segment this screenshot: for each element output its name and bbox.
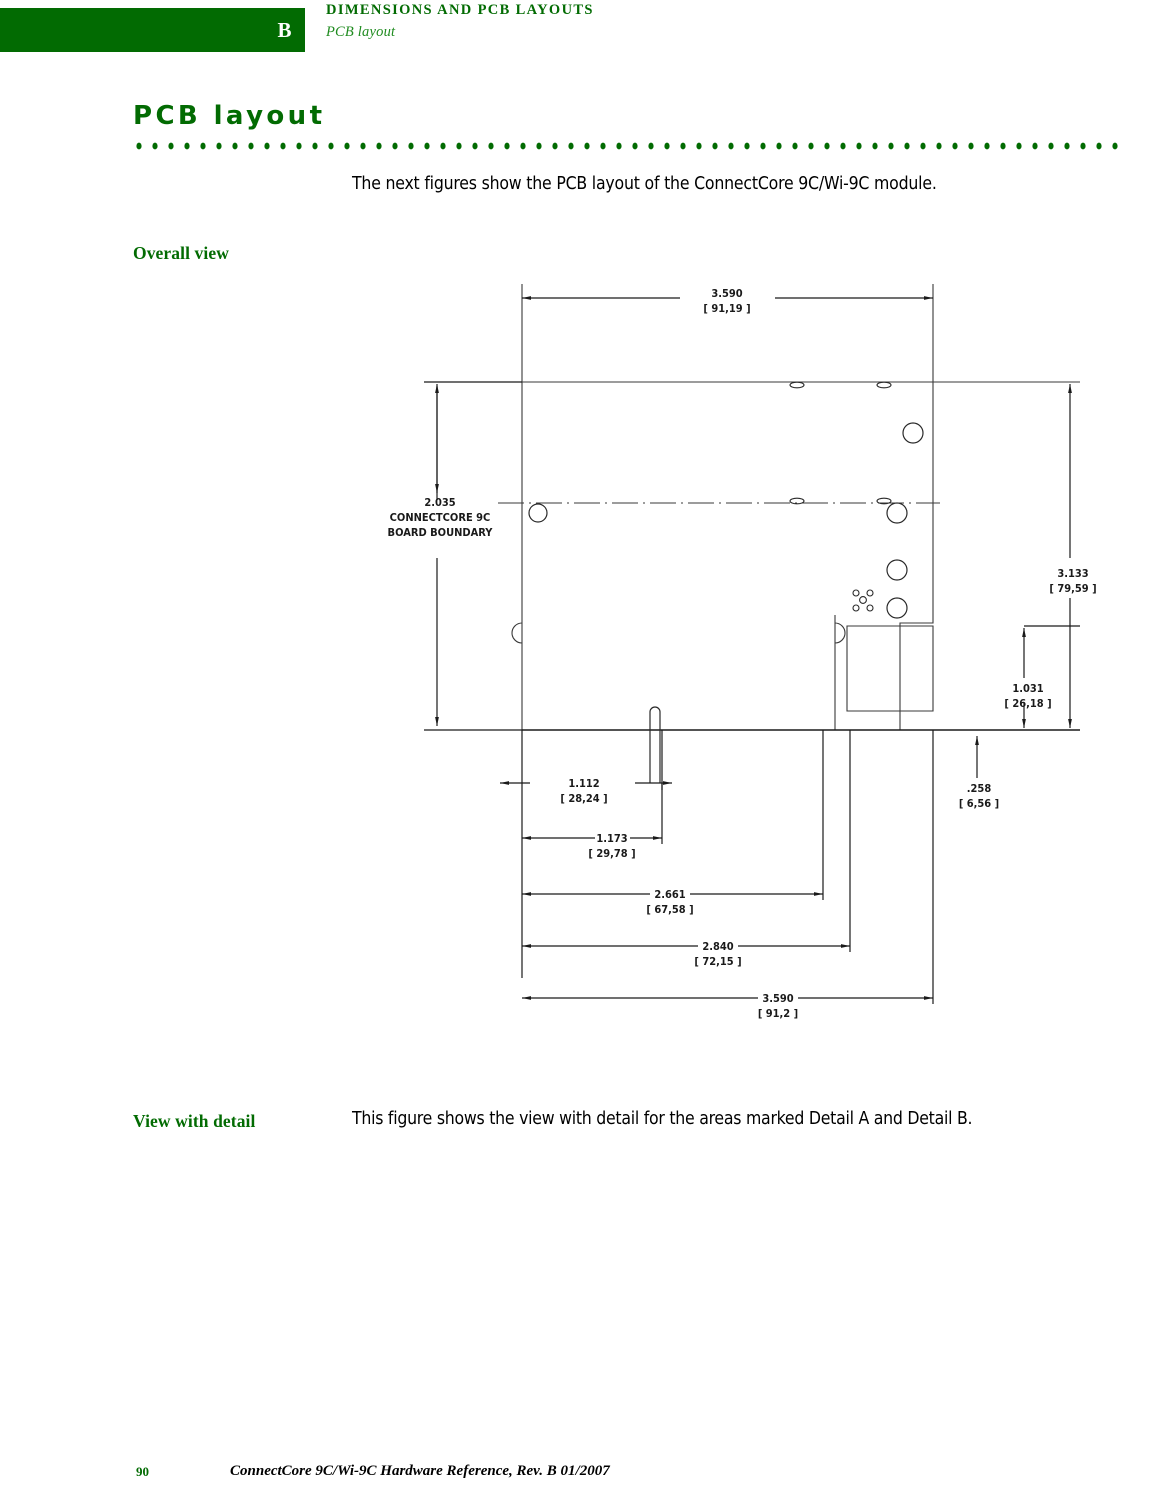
- view-with-detail-paragraph: This figure shows the view with detail f…: [352, 1109, 973, 1129]
- dim-right-height-inch: 3.133: [1057, 567, 1088, 580]
- dim-top-width-inch: 3.590: [711, 287, 742, 300]
- footer-page-number: 90: [136, 1464, 149, 1479]
- intro-paragraph: The next figures show the PCB layout of …: [352, 174, 937, 194]
- dim-bottom-slot2-mm: [ 29,78 ]: [588, 847, 635, 860]
- chapter-letter: B: [277, 18, 292, 42]
- dim-bottom-slot1-mm: [ 28,24 ]: [560, 792, 607, 805]
- dim-bottom5-inch: 3.590: [762, 992, 793, 1005]
- header-subtitle: PCB layout: [326, 24, 396, 40]
- footer-document-title: ConnectCore 9C/Wi-9C Hardware Reference,…: [230, 1463, 610, 1479]
- dim-bottom-slot1-inch: 1.112: [568, 777, 599, 790]
- board-boundary-line2: BOARD BOUNDARY: [388, 526, 494, 539]
- subsection-label-overall-view: Overall view: [133, 243, 229, 263]
- dotted-rule-divider: [135, 141, 1120, 151]
- dim-bottom4-mm: [ 72,15 ]: [694, 955, 741, 968]
- subsection-label-view-with-detail: View with detail: [133, 1111, 256, 1131]
- board-boundary-line1: CONNECTCORE 9C: [390, 511, 491, 524]
- dim-bottom-slot2-inch: 1.173: [596, 832, 627, 845]
- dim-left-height-inch: 2.035: [424, 496, 455, 509]
- dim-bottom5-mm: [ 91,2 ]: [758, 1007, 798, 1020]
- dim-right-height-mm: [ 79,59 ]: [1049, 582, 1096, 595]
- dim-right-lower-mm: [ 26,18 ]: [1004, 697, 1051, 710]
- dim-right-small-mm: [ 6,56 ]: [959, 797, 999, 810]
- dim-bottom4-inch: 2.840: [702, 940, 733, 953]
- dim-right-small-inch: .258: [967, 782, 992, 795]
- dim-right-lower-inch: 1.031: [1012, 682, 1043, 695]
- page-title: PCB layout: [133, 101, 326, 131]
- header-title: DIMENSIONS AND PCB LAYOUTS: [326, 2, 594, 18]
- pcb-layout-drawing: 3.590 [ 91,19 ] 2.035 CONNECTCORE 9C BOA…: [380, 278, 1100, 1038]
- dim-bottom3-inch: 2.661: [654, 888, 685, 901]
- dim-top-width-mm: [ 91,19 ]: [703, 302, 750, 315]
- dim-bottom3-mm: [ 67,58 ]: [646, 903, 693, 916]
